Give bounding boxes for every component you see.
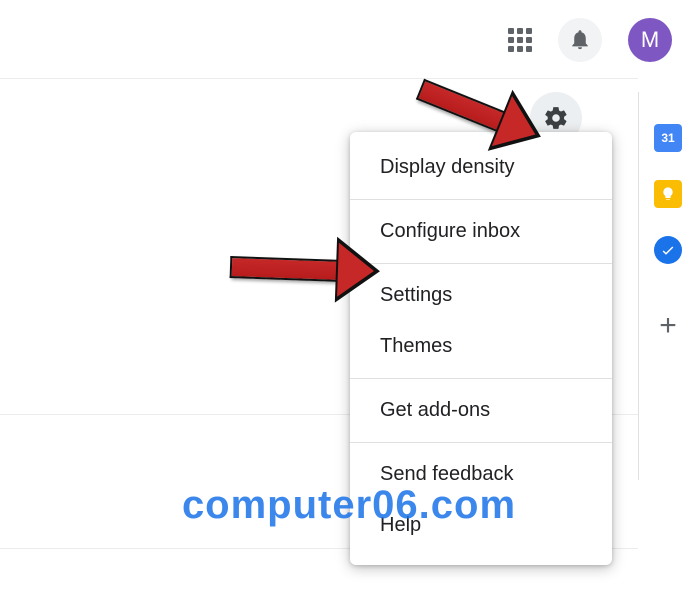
calendar-addon[interactable]: 31 xyxy=(654,124,682,152)
apps-icon[interactable] xyxy=(508,28,532,52)
menu-item-get-addons[interactable]: Get add-ons xyxy=(350,385,612,436)
settings-menu: Display density Configure inbox Settings… xyxy=(350,132,612,565)
check-icon xyxy=(660,242,676,258)
annotation-arrow xyxy=(230,256,341,282)
menu-item-settings[interactable]: Settings xyxy=(350,270,612,321)
menu-item-help[interactable]: Help xyxy=(350,500,612,551)
menu-divider xyxy=(350,442,612,443)
bell-icon xyxy=(569,29,591,51)
menu-divider xyxy=(350,263,612,264)
menu-item-configure-inbox[interactable]: Configure inbox xyxy=(350,206,612,257)
add-addon-button[interactable]: + xyxy=(654,312,682,340)
divider xyxy=(0,78,638,79)
side-panel: 31 + xyxy=(638,78,698,480)
header-actions: M xyxy=(508,18,672,62)
menu-item-themes[interactable]: Themes xyxy=(350,321,612,372)
menu-item-display-density[interactable]: Display density xyxy=(350,142,612,193)
account-avatar[interactable]: M xyxy=(628,18,672,62)
plus-icon: + xyxy=(659,309,677,343)
tasks-addon[interactable] xyxy=(654,236,682,264)
menu-item-send-feedback[interactable]: Send feedback xyxy=(350,449,612,500)
bulb-icon xyxy=(660,186,676,202)
notifications-button[interactable] xyxy=(558,18,602,62)
avatar-letter: M xyxy=(641,27,659,53)
menu-divider xyxy=(350,378,612,379)
menu-divider xyxy=(350,199,612,200)
keep-addon[interactable] xyxy=(654,180,682,208)
calendar-icon: 31 xyxy=(661,131,674,145)
